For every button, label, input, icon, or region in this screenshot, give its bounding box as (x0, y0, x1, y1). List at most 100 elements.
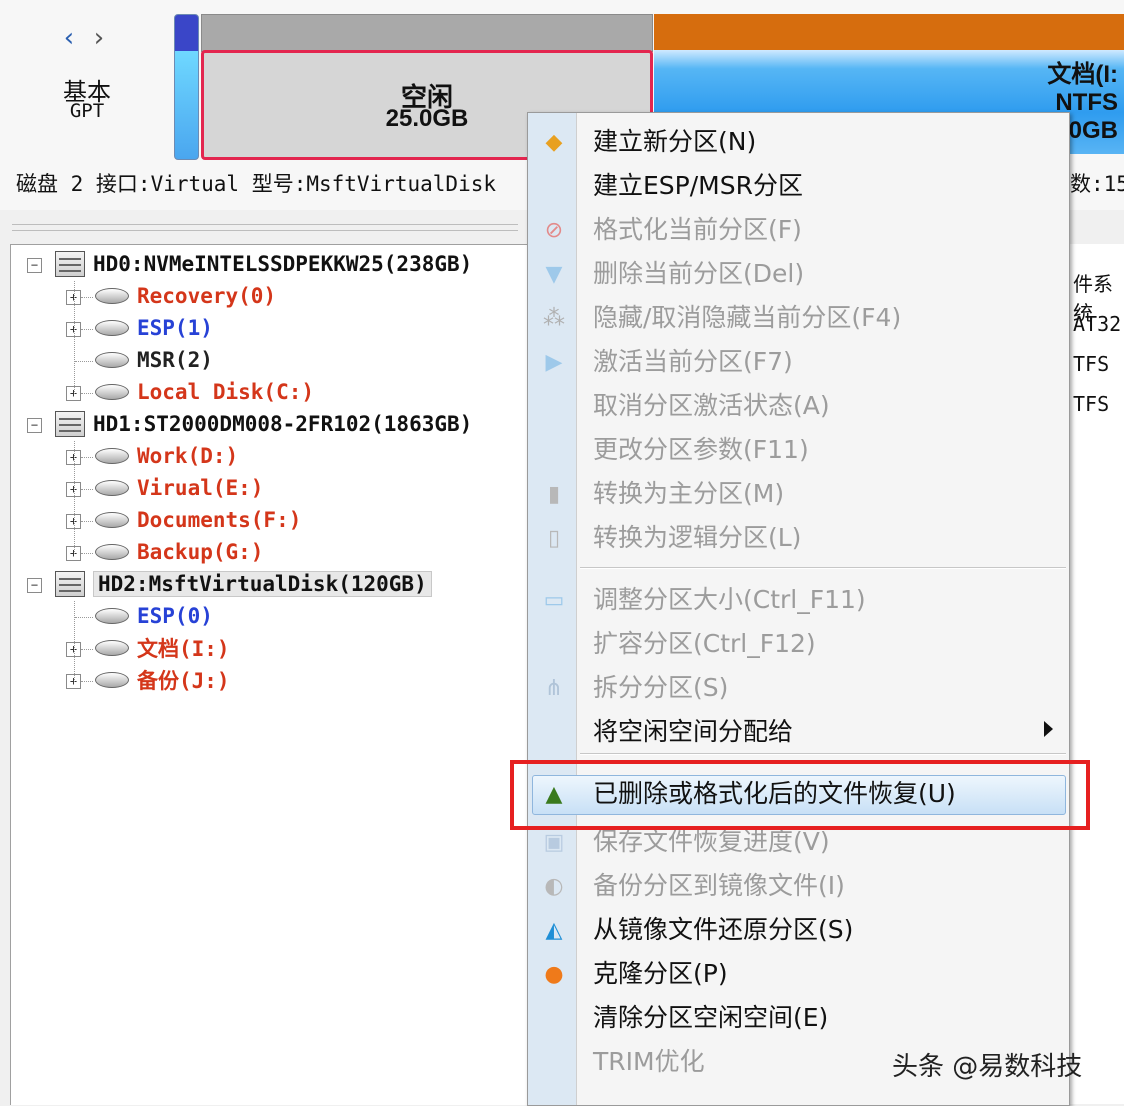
partition-label: Backup(G:) (137, 540, 264, 564)
tree-connector (74, 281, 75, 394)
table-cell[interactable]: TFS (1073, 352, 1109, 376)
partition-label: 备份(J:) (137, 669, 230, 693)
partition-node[interactable]: 备份(J:) (95, 665, 230, 695)
panel-divider[interactable] (12, 224, 518, 231)
tree-connector (81, 297, 93, 298)
menu-item-label: 建立ESP/MSR分区 (593, 171, 803, 200)
clone-icon: ● (544, 962, 564, 987)
menu-item[interactable]: ▼ 删除当前分区(Del) (528, 253, 1069, 295)
partition-icon (95, 352, 129, 368)
resize-icon: ▭ (543, 588, 565, 613)
doc-segment-header[interactable] (654, 14, 1124, 50)
collapse-toggle[interactable]: − (27, 418, 42, 433)
partition-node[interactable]: Work(D:) (95, 441, 238, 471)
partition-icon (95, 512, 129, 528)
partition-node[interactable]: Local Disk(C:) (95, 377, 314, 407)
menu-item-label: 激活当前分区(F7) (593, 347, 793, 376)
partition-label: 文档(I:) (137, 637, 230, 661)
menu-item[interactable]: ▭ 调整分区大小(Ctrl_F11) (528, 579, 1069, 621)
partition-icon (95, 640, 129, 656)
menu-item[interactable]: 清除分区空闲空间(E) (528, 997, 1069, 1039)
menu-item[interactable]: ⋔ 拆分分区(S) (528, 667, 1069, 709)
tree-connector (81, 489, 93, 490)
forward-arrow-icon[interactable]: › (90, 24, 108, 52)
partition-label: Documents(F:) (137, 508, 302, 532)
tree-connector (81, 681, 93, 682)
primary-icon: ▮ (547, 482, 561, 507)
partition-label: MSR(2) (137, 348, 213, 372)
tree-connector (81, 649, 93, 650)
partition-node[interactable]: Recovery(0) (95, 281, 276, 311)
table-cell[interactable]: TFS (1073, 392, 1109, 416)
partition-node[interactable]: ESP(1) (95, 313, 213, 343)
disk-node[interactable]: HD1:ST2000DM008-2FR102(1863GB) (55, 409, 472, 439)
menu-separator (580, 753, 1066, 755)
menu-item-label: 清除分区空闲空间(E) (593, 1003, 829, 1032)
collapse-toggle[interactable]: − (27, 258, 42, 273)
disk-info-right: 数:15 (1070, 172, 1124, 196)
menu-item-label: 扩容分区(Ctrl_F12) (593, 629, 816, 658)
partition-node[interactable]: MSR(2) (95, 345, 213, 375)
menu-item-label: 隐藏/取消隐藏当前分区(F4) (593, 303, 902, 332)
disk-info: 磁盘 2 接口:Virtual 型号:MsftVirtualDisk (16, 172, 497, 196)
menu-item-label: 取消分区激活状态(A) (593, 391, 830, 420)
collapse-toggle[interactable]: − (27, 578, 42, 593)
menu-item[interactable]: ◆ 建立新分区(N) (528, 121, 1069, 163)
esp-segment[interactable] (174, 14, 199, 160)
partition-node[interactable]: ESP(0) (95, 601, 213, 631)
partition-node[interactable]: Documents(F:) (95, 505, 301, 535)
menu-item[interactable]: ◐ 备份分区到镜像文件(I) (528, 865, 1069, 907)
partition-label: ESP(0) (137, 604, 213, 628)
layers-icon: ◆ (545, 130, 563, 155)
backup-image-icon: ◐ (544, 874, 564, 899)
menu-item-label: 转换为逻辑分区(L) (593, 523, 802, 552)
doc-segment-title: 文档(I: (1047, 61, 1118, 88)
partition-icon (95, 320, 129, 336)
menu-item[interactable]: 取消分区激活状态(A) (528, 385, 1069, 427)
hard-disk-icon (55, 571, 85, 597)
partition-label: Local Disk(C:) (137, 380, 315, 404)
disk-node[interactable]: HD2:MsftVirtualDisk(120GB) (55, 569, 432, 599)
menu-item[interactable]: 扩容分区(Ctrl_F12) (528, 623, 1069, 665)
partition-node[interactable]: Virual(E:) (95, 473, 263, 503)
partition-icon (95, 288, 129, 304)
disk-node[interactable]: HD0:NVMeINTELSSDPEKKW25(238GB) (55, 249, 472, 279)
partition-icon (95, 480, 129, 496)
tree-connector (75, 361, 93, 362)
menu-item[interactable]: ⊘ 格式化当前分区(F) (528, 209, 1069, 251)
menu-item-label: 拆分分区(S) (593, 673, 729, 702)
restore-icon: ◭ (545, 918, 563, 943)
tree-connector (81, 521, 93, 522)
menu-item-label: 克隆分区(P) (593, 959, 728, 988)
table-cell[interactable]: AT32 (1073, 312, 1121, 336)
partition-label: Work(D:) (137, 444, 239, 468)
menu-item[interactable]: ◭ 从镜像文件还原分区(S) (528, 909, 1069, 951)
tree-connector (75, 617, 93, 618)
tree-connector (81, 393, 93, 394)
disk-label: HD0:NVMeINTELSSDPEKKW25(238GB) (93, 252, 473, 276)
menu-item[interactable]: 建立ESP/MSR分区 (528, 165, 1069, 207)
tree-connector (74, 601, 75, 682)
menu-item-label: 从镜像文件还原分区(S) (593, 915, 854, 944)
partition-icon (95, 608, 129, 624)
partition-node[interactable]: Backup(G:) (95, 537, 263, 567)
menu-item[interactable]: ⁂ 隐藏/取消隐藏当前分区(F4) (528, 297, 1069, 339)
partition-node[interactable]: 文档(I:) (95, 633, 230, 663)
back-arrow-icon[interactable]: ‹ (60, 24, 78, 52)
partition-icon (95, 448, 129, 464)
menu-item[interactable]: ▯ 转换为逻辑分区(L) (528, 517, 1069, 559)
menu-item-label: 保存文件恢复进度(V) (593, 827, 830, 856)
menu-item[interactable]: 更改分区参数(F11) (528, 429, 1069, 471)
disk-tree: − HD0:NVMeINTELSSDPEKKW25(238GB) + Recovery… (10, 244, 529, 1105)
menu-item[interactable]: ▮ 转换为主分区(M) (528, 473, 1069, 515)
menu-item-label: 删除当前分区(Del) (593, 259, 805, 288)
menu-item[interactable]: ▶ 激活当前分区(F7) (528, 341, 1069, 383)
menu-item[interactable]: 将空闲空间分配给 (528, 711, 1069, 753)
partition-label: Virual(E:) (137, 476, 264, 500)
partition-icon (95, 672, 129, 688)
free-segment-header[interactable] (201, 14, 653, 52)
menu-item[interactable]: ● 克隆分区(P) (528, 953, 1069, 995)
partition-icon (95, 384, 129, 400)
trash-icon: ▼ (545, 262, 563, 287)
menu-item-label: 调整分区大小(Ctrl_F11) (593, 585, 866, 614)
